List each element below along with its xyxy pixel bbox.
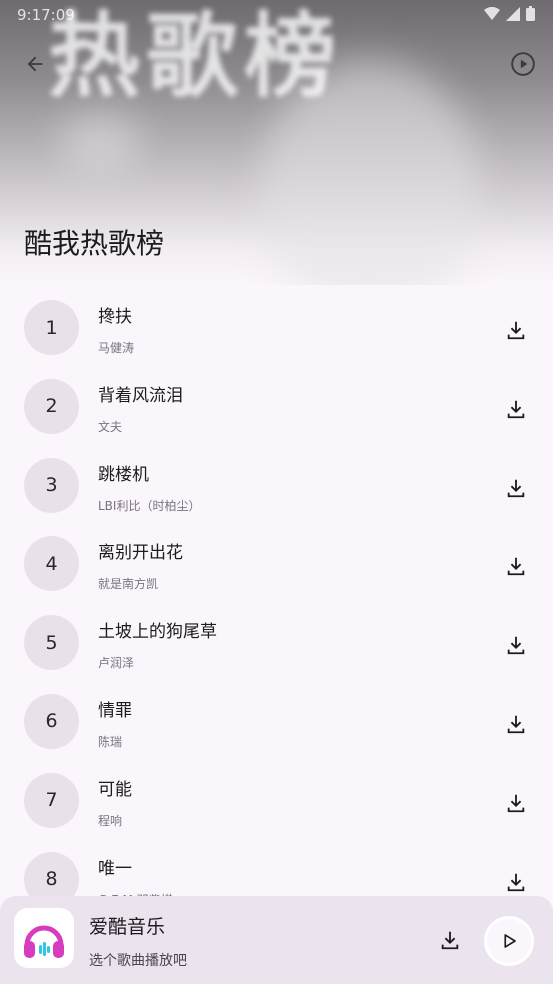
song-artist: 卢润泽 [98, 656, 135, 671]
arrow-left-icon [27, 56, 43, 72]
page-title: 酷我热歌榜 [24, 227, 165, 260]
download-icon [507, 321, 525, 340]
song-artist: 就是南方凯 [98, 577, 159, 592]
download-button[interactable] [500, 314, 532, 346]
download-button[interactable] [500, 787, 532, 819]
rank-badge: 1 [24, 300, 79, 355]
download-icon [507, 479, 525, 497]
banner-decor [60, 110, 140, 170]
download-icon [507, 636, 525, 655]
download-icon [507, 794, 525, 812]
rank-badge: 7 [24, 772, 79, 828]
song-title: 情罪 [98, 700, 132, 721]
song-title: 背着风流泪 [98, 385, 183, 406]
download-icon [441, 931, 459, 950]
song-artist: 陈瑞 [98, 734, 123, 749]
app-logo [14, 908, 74, 968]
song-title: 跳楼机 [98, 464, 149, 485]
mini-player[interactable]: 爱酷音乐 选个歌曲播放吧 [0, 896, 553, 984]
download-button[interactable] [500, 629, 532, 661]
player-subtitle: 选个歌曲播放吧 [89, 953, 187, 969]
download-icon [507, 400, 525, 418]
status-bar: 9:17:09 [0, 0, 553, 32]
song-title: 土坡上的狗尾草 [98, 622, 217, 643]
list-item[interactable]: 7 可能 程响 [0, 763, 553, 842]
player-download-button[interactable] [434, 924, 466, 956]
rank-badge: 3 [24, 457, 79, 513]
download-button[interactable] [500, 393, 532, 425]
song-title: 唯一 [98, 858, 132, 879]
headphones-icon [24, 925, 64, 958]
list-item[interactable]: 2 背着风流泪 文夫 [0, 369, 553, 448]
list-item[interactable]: 1 搀扶 马健涛 [0, 290, 553, 369]
list-item[interactable]: 4 离别开出花 就是南方凯 [0, 526, 553, 605]
rank-badge: 4 [24, 536, 79, 592]
status-time: 9:17:09 [17, 6, 75, 24]
download-button[interactable] [500, 866, 532, 898]
list-item[interactable]: 5 土坡上的狗尾草 卢润泽 [0, 605, 553, 684]
song-artist: 马健涛 [98, 341, 135, 355]
download-icon [507, 715, 525, 734]
song-title: 离别开出花 [98, 543, 183, 564]
song-artist: 文夫 [98, 419, 123, 434]
download-icon [507, 558, 525, 576]
play-circle-icon [511, 52, 535, 76]
signal-icon [506, 6, 520, 21]
play-icon [504, 934, 516, 948]
rank-badge: 6 [24, 693, 79, 749]
song-title: 可能 [98, 779, 132, 800]
player-app-name: 爱酷音乐 [89, 916, 166, 938]
battery-icon [526, 6, 535, 21]
play-all-button[interactable] [501, 42, 545, 86]
song-list: 1 搀扶 马健涛 2 背着风流泪 文夫 3 跳楼机 LBI利比（时柏尘） 4 离… [0, 290, 553, 920]
download-button[interactable] [500, 472, 532, 504]
player-play-button[interactable] [484, 916, 534, 966]
list-item[interactable]: 3 跳楼机 LBI利比（时柏尘） [0, 448, 553, 527]
song-artist: LBI利比（时柏尘） [98, 498, 201, 513]
rank-badge: 5 [24, 615, 79, 671]
chart-banner: 热歌榜 9:17:09 酷我热歌榜 [0, 0, 553, 285]
list-item[interactable]: 6 情罪 陈瑞 [0, 684, 553, 763]
wifi-icon [484, 6, 500, 20]
song-title: 搀扶 [98, 307, 132, 327]
download-button[interactable] [500, 708, 532, 740]
back-button[interactable] [13, 42, 57, 86]
rank-badge: 2 [24, 378, 79, 434]
download-button[interactable] [500, 550, 532, 582]
song-artist: 程响 [98, 813, 123, 828]
download-icon [507, 873, 525, 891]
status-icons [484, 6, 535, 21]
